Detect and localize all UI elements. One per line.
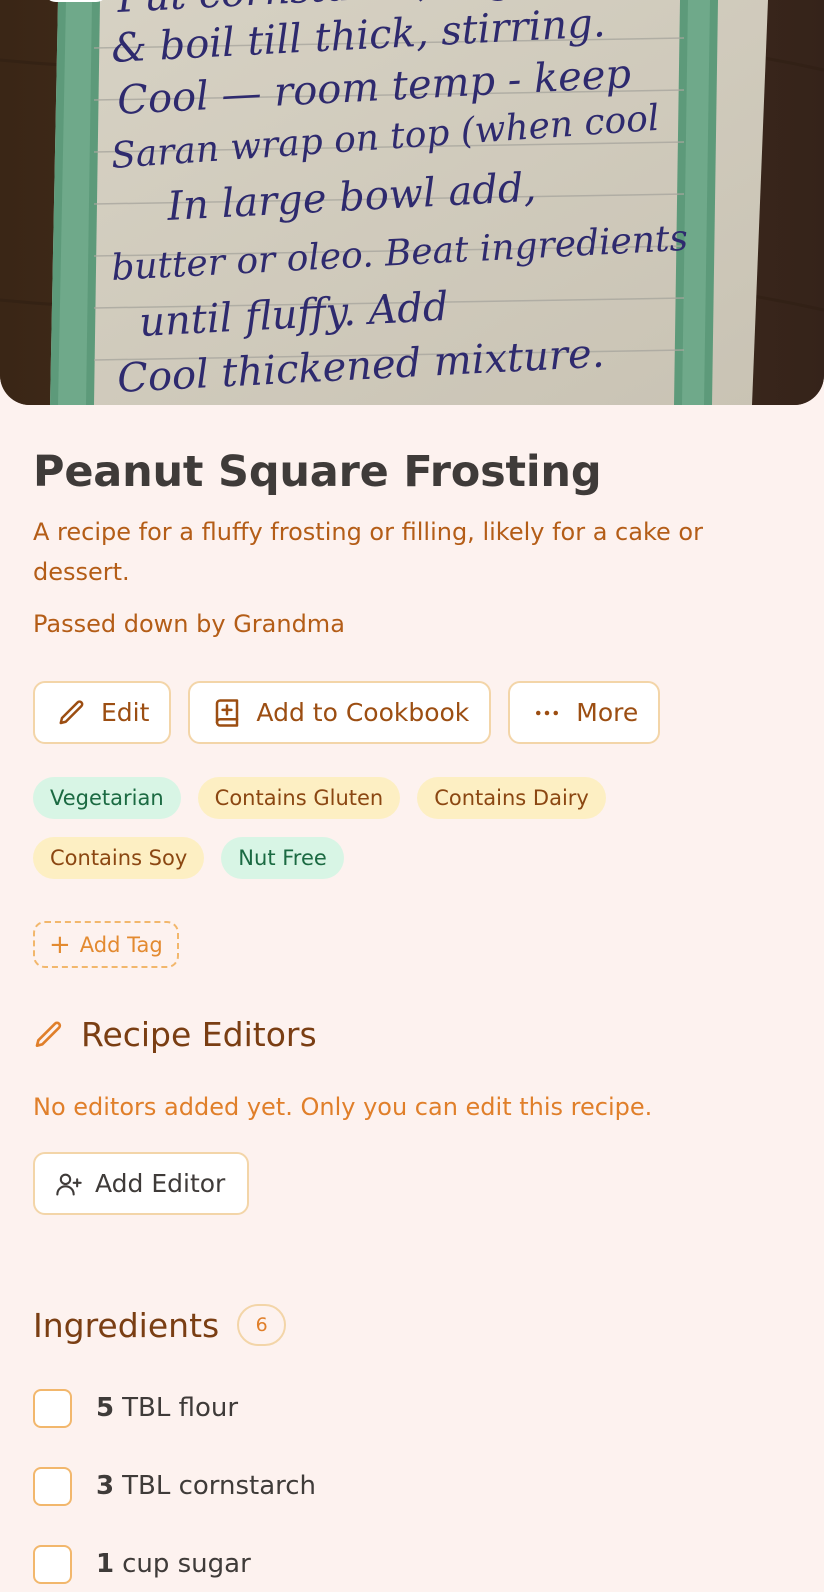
tag-vegetarian[interactable]: Vegetarian — [33, 777, 181, 819]
ingredient-list: 5 TBL flour 3 TBL cornstarch 1 cup sugar — [33, 1389, 793, 1592]
no-editors-message: No editors added yet. Only you can edit … — [33, 1093, 653, 1121]
more-horizontal-icon — [532, 698, 562, 728]
ingredient-text: TBL flour — [122, 1393, 239, 1423]
ingredient-text: cup sugar — [122, 1549, 251, 1579]
ingredient-checkbox[interactable] — [33, 1545, 72, 1584]
ingredient-qty: 5 — [96, 1393, 115, 1423]
pencil-icon — [57, 698, 87, 728]
add-editor-label: Add Editor — [95, 1169, 226, 1198]
add-tag-label: Add Tag — [79, 932, 163, 957]
recipe-editors-title: Recipe Editors — [81, 1015, 317, 1054]
pencil-icon — [35, 1021, 62, 1047]
add-to-cookbook-label: Add to Cookbook — [256, 698, 470, 727]
add-editor-button[interactable]: Add Editor — [33, 1152, 250, 1215]
ingredient-qty: 3 — [96, 1471, 115, 1501]
plus-icon: + — [49, 929, 71, 960]
ingredients-heading: Ingredients 6 — [33, 1304, 287, 1346]
page-title: Peanut Square Frosting — [33, 447, 602, 497]
ingredient-item: 1 cup sugar — [33, 1545, 793, 1592]
add-tag-button[interactable]: + Add Tag — [33, 921, 179, 968]
back-button[interactable] — [44, 0, 108, 2]
ingredient-checkbox[interactable] — [33, 1389, 72, 1428]
more-label: More — [576, 698, 639, 727]
recipe-editors-heading: Recipe Editors — [33, 1015, 317, 1054]
book-plus-icon — [212, 698, 242, 728]
ingredient-text: TBL cornstarch — [122, 1471, 317, 1501]
edit-button[interactable]: Edit — [33, 681, 172, 744]
ingredient-checkbox[interactable] — [33, 1467, 72, 1506]
tag-contains-dairy[interactable]: Contains Dairy — [417, 777, 606, 819]
tag-nut-free[interactable]: Nut Free — [221, 837, 344, 879]
add-to-cookbook-button[interactable]: Add to Cookbook — [188, 681, 492, 744]
ingredient-item: 3 TBL cornstarch — [33, 1467, 793, 1545]
tag-contains-gluten[interactable]: Contains Gluten — [197, 777, 401, 819]
tag-list: Vegetarian Contains Gluten Contains Dair… — [33, 777, 793, 897]
recipe-description: A recipe for a fluffy frosting or fillin… — [33, 518, 703, 586]
recipe-author: Passed down by Grandma — [33, 610, 345, 638]
recipe-photo: Put cornstarch, sugar, milk & boil till … — [0, 0, 824, 405]
edit-label: Edit — [101, 698, 150, 727]
action-bar: Edit Add to Cookbook More — [33, 681, 661, 744]
ingredients-title: Ingredients — [33, 1305, 220, 1345]
ingredient-item: 5 TBL flour — [33, 1389, 793, 1467]
tag-contains-soy[interactable]: Contains Soy — [33, 837, 205, 879]
more-button[interactable]: More — [508, 681, 661, 744]
ingredient-qty: 1 — [96, 1549, 115, 1579]
user-plus-icon — [56, 1173, 82, 1196]
ingredients-count-badge: 6 — [237, 1304, 287, 1346]
